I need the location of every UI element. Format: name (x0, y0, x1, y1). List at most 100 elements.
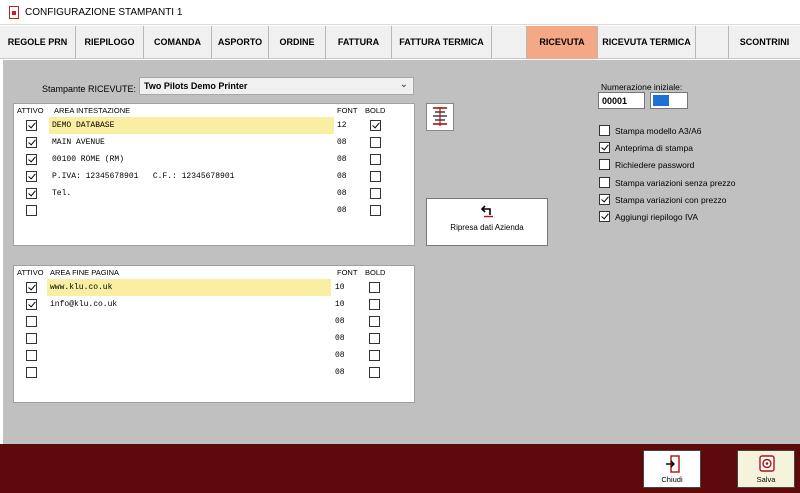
bold-checkbox[interactable] (370, 154, 381, 165)
font-size-value[interactable]: 08 (335, 347, 345, 364)
exit-door-icon (666, 455, 680, 473)
col-area: AREA FINE PAGINA (50, 268, 120, 277)
active-checkbox[interactable] (26, 188, 37, 199)
active-checkbox[interactable] (26, 137, 37, 148)
option-checkbox[interactable] (599, 142, 610, 153)
table-row: 08 (14, 313, 414, 330)
active-checkbox[interactable] (26, 316, 37, 327)
header-text-field[interactable]: P.IVA: 12345678901 C.F.: 12345678901 (49, 168, 334, 185)
align-button[interactable] (426, 103, 454, 131)
header-text-field[interactable]: DEMO DATABASE (49, 117, 334, 134)
option-label: Richiedere password (615, 160, 695, 170)
salva-label: Salva (756, 475, 776, 484)
bold-checkbox[interactable] (369, 367, 380, 378)
font-size-value[interactable]: 12 (337, 117, 347, 134)
tab-ricevuta[interactable]: RICEVUTA (527, 26, 598, 59)
option-checkbox[interactable] (599, 125, 610, 136)
active-checkbox[interactable] (26, 205, 37, 216)
tab-asporto[interactable]: ASPORTO (212, 26, 269, 59)
table-row: 08 (14, 330, 414, 347)
active-checkbox[interactable] (26, 154, 37, 165)
chiudi-button[interactable]: Chiudi (643, 450, 701, 488)
footer-text-field[interactable] (47, 347, 331, 364)
table-row: 08 (14, 202, 414, 219)
font-size-value[interactable]: 08 (337, 202, 347, 219)
bold-checkbox[interactable] (369, 299, 380, 310)
tab-fattura-termica[interactable]: FATTURA TERMICA (392, 26, 492, 59)
font-size-value[interactable]: 08 (335, 364, 345, 381)
tab-fattura[interactable]: FATTURA (326, 26, 392, 59)
tab-ricevuta-termica[interactable]: RICEVUTA TERMICA (598, 26, 696, 59)
bold-checkbox[interactable] (369, 316, 380, 327)
option-checkbox[interactable] (599, 177, 610, 188)
option-checkbox[interactable] (599, 159, 610, 170)
header-text-field[interactable]: Tel. (49, 185, 334, 202)
header-text-field[interactable]: MAIN AVENUE (49, 134, 334, 151)
active-checkbox[interactable] (26, 299, 37, 310)
table-row: 08 (14, 347, 414, 364)
table-row: P.IVA: 12345678901 C.F.: 12345678901 08 (14, 168, 414, 185)
app-icon (9, 6, 19, 19)
font-size-value[interactable]: 08 (335, 313, 345, 330)
active-checkbox[interactable] (26, 171, 37, 182)
active-checkbox[interactable] (26, 282, 37, 293)
bold-checkbox[interactable] (370, 188, 381, 199)
col-bold: BOLD (365, 106, 386, 115)
table-row: DEMO DATABASE 12 (14, 117, 414, 134)
footer-text-field[interactable]: www.klu.co.uk (47, 279, 331, 296)
bold-checkbox[interactable] (370, 137, 381, 148)
font-size-value[interactable]: 08 (335, 330, 345, 347)
footer-text-field[interactable] (47, 313, 331, 330)
window-title: CONFIGURAZIONE STAMPANTI 1 (25, 7, 183, 18)
printer-select[interactable]: Two Pilots Demo Printer ⌄ (139, 77, 414, 95)
title-bar: CONFIGURAZIONE STAMPANTI 1 (0, 0, 800, 25)
option-checkbox[interactable] (599, 194, 610, 205)
option-checkbox[interactable] (599, 211, 610, 222)
footer-text-field[interactable] (47, 330, 331, 347)
chiudi-label: Chiudi (661, 475, 683, 484)
tab-scontrini[interactable]: SCONTRINI (729, 26, 800, 59)
ripresa-dati-azienda-button[interactable]: Ripresa dati Azienda (426, 198, 548, 246)
footer-text-field[interactable] (47, 364, 331, 381)
numerazione-input[interactable]: 00001 (598, 92, 645, 109)
bold-checkbox[interactable] (369, 282, 380, 293)
header-text-field[interactable]: 00100 ROME (RM) (49, 151, 334, 168)
option-label: Anteprima di stampa (615, 143, 693, 153)
bold-checkbox[interactable] (370, 120, 381, 131)
font-size-value[interactable]: 10 (335, 279, 345, 296)
option-label: Aggiungi riepilogo IVA (615, 212, 699, 222)
tab-ordine[interactable]: ORDINE (269, 26, 326, 59)
tab-bar: REGOLE PRN RIEPILOGO COMANDA ASPORTO ORD… (0, 26, 800, 59)
numerazione-toggle[interactable] (650, 92, 688, 109)
tab-regole-prn[interactable]: REGOLE PRN (0, 26, 76, 59)
footer-text-field[interactable]: info@klu.co.uk (47, 296, 331, 313)
bold-checkbox[interactable] (369, 333, 380, 344)
col-attivo: ATTIVO (17, 106, 44, 115)
active-checkbox[interactable] (26, 120, 37, 131)
bold-checkbox[interactable] (369, 350, 380, 361)
bold-checkbox[interactable] (370, 205, 381, 216)
table-row: 08 (14, 364, 414, 381)
col-attivo: ATTIVO (17, 268, 44, 277)
col-font: FONT (337, 268, 358, 277)
save-icon (759, 455, 775, 472)
tab-empty-2[interactable] (696, 26, 729, 59)
font-size-value[interactable]: 08 (337, 168, 347, 185)
active-checkbox[interactable] (26, 350, 37, 361)
bold-checkbox[interactable] (370, 171, 381, 182)
option-label: Stampa variazioni con prezzo (615, 195, 727, 205)
option-label: Stampa modello A3/A6 (615, 126, 702, 136)
tab-riepilogo[interactable]: RIEPILOGO (76, 26, 144, 59)
font-size-value[interactable]: 10 (335, 296, 345, 313)
active-checkbox[interactable] (26, 367, 37, 378)
active-checkbox[interactable] (26, 333, 37, 344)
font-size-value[interactable]: 08 (337, 185, 347, 202)
salva-button[interactable]: Salva (737, 450, 795, 488)
ripresa-label: Ripresa dati Azienda (450, 223, 524, 232)
font-size-value[interactable]: 08 (337, 134, 347, 151)
font-size-value[interactable]: 08 (337, 151, 347, 168)
tab-comanda[interactable]: COMANDA (144, 26, 212, 59)
header-text-field[interactable] (49, 202, 334, 219)
tab-empty-1[interactable] (492, 26, 527, 59)
table-row: info@klu.co.uk 10 (14, 296, 414, 313)
